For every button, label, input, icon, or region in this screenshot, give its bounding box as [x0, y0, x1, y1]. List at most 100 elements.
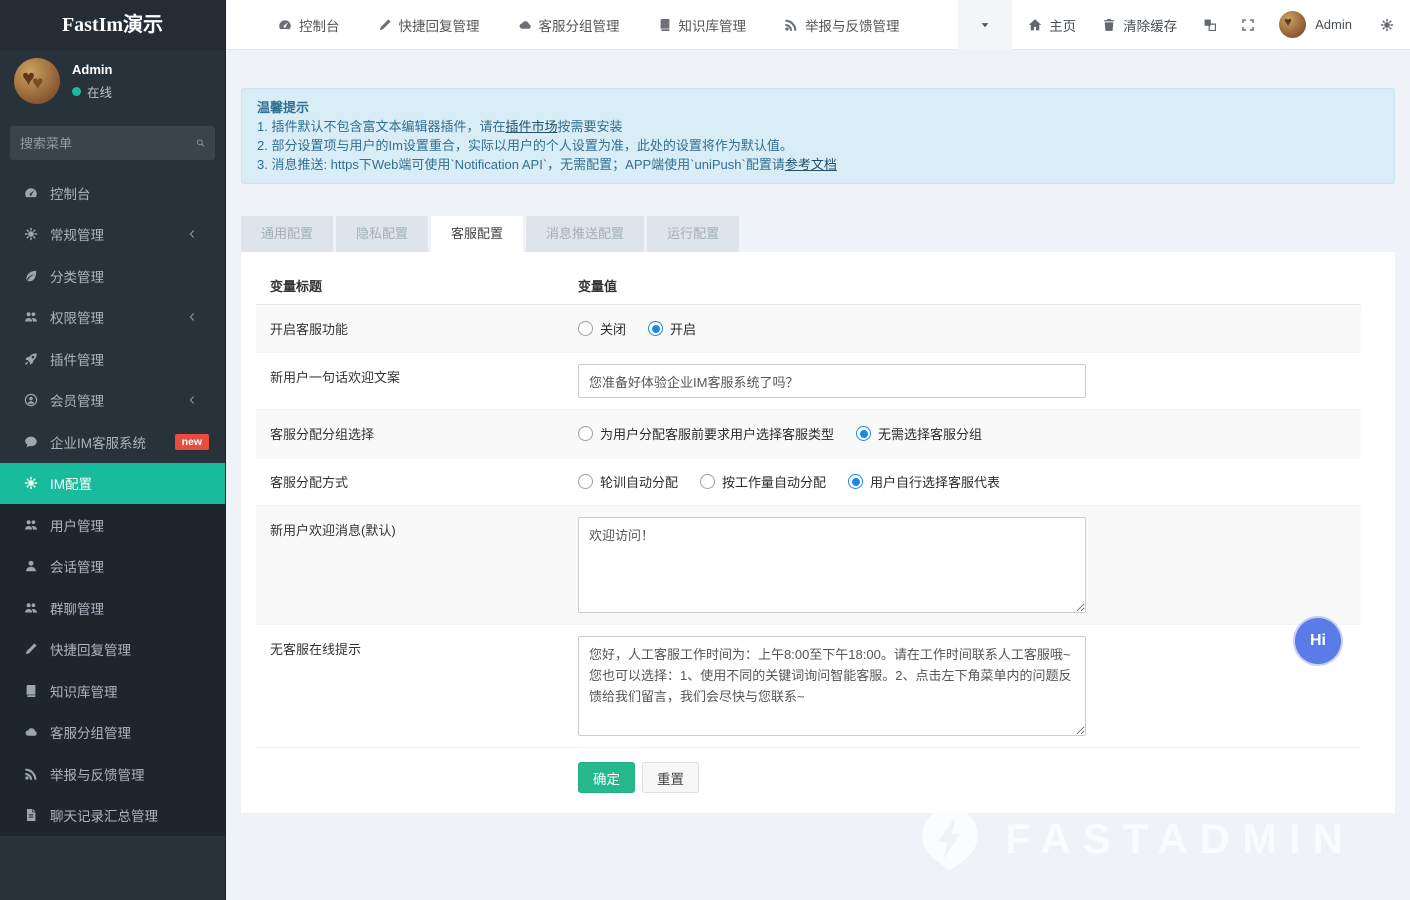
table-row-welcome-text: 新用户一句话欢迎文案: [256, 353, 1361, 410]
sidebar-item-member[interactable]: 会员管理: [0, 380, 225, 422]
nav-item-dashboard[interactable]: 控制台: [278, 15, 340, 35]
sidebar-item-general[interactable]: 常规管理: [0, 214, 225, 256]
sidebar-item-group-chat[interactable]: 群聊管理: [0, 587, 225, 629]
nav-overflow-dropdown[interactable]: [958, 0, 1012, 50]
rss-icon: [784, 18, 798, 32]
tab-runtime-config[interactable]: 运行配置: [647, 216, 739, 252]
book-icon: [24, 684, 38, 698]
addon-market-link[interactable]: 插件市场: [505, 119, 557, 134]
radio-require-group[interactable]: 为用户分配客服前要求用户选择客服类型: [578, 424, 834, 443]
radio-icon[interactable]: [700, 474, 715, 489]
new-badge: new: [175, 434, 209, 450]
radio-icon[interactable]: [578, 321, 593, 336]
column-header-value: 变量值: [564, 267, 1361, 304]
gauge-icon: [24, 186, 38, 200]
sidebar-item-addon[interactable]: 插件管理: [0, 338, 225, 380]
nav-item-quick-reply[interactable]: 快捷回复管理: [378, 15, 480, 35]
pencil-icon: [378, 18, 392, 32]
submit-button[interactable]: 确定: [578, 762, 635, 793]
radio-user-choose[interactable]: 用户自行选择客服代表: [848, 472, 1000, 491]
sidebar-item-im-system[interactable]: 企业IM客服系统 new: [0, 421, 225, 463]
book-icon: [658, 18, 672, 32]
tab-service-config[interactable]: 客服配置: [431, 216, 523, 252]
reset-button[interactable]: 重置: [642, 762, 699, 793]
sidebar-item-quick-reply[interactable]: 快捷回复管理: [0, 629, 225, 671]
sidebar-search[interactable]: [10, 126, 215, 160]
radio-close[interactable]: 关闭: [578, 319, 626, 338]
avatar[interactable]: ♥♥: [14, 58, 60, 104]
chat-widget-button[interactable]: Hi: [1295, 618, 1341, 664]
reference-doc-link[interactable]: 参考文档: [785, 157, 837, 172]
user-icon: [24, 559, 38, 573]
sidebar-user-panel: ♥♥ Admin 在线: [0, 50, 225, 112]
config-table: 变量标题 变量值 开启客服功能 关闭 开启: [256, 267, 1361, 748]
radio-by-workload[interactable]: 按工作量自动分配: [700, 472, 826, 491]
sidebar-item-knowledge[interactable]: 知识库管理: [0, 670, 225, 712]
column-header-title: 变量标题: [256, 267, 564, 304]
radio-no-group[interactable]: 无需选择客服分组: [856, 424, 982, 443]
radio-icon[interactable]: [578, 426, 593, 441]
home-button[interactable]: 主页: [1028, 15, 1076, 35]
sidebar-item-dashboard[interactable]: 控制台: [0, 172, 225, 214]
radio-open[interactable]: 开启: [648, 319, 696, 338]
top-navbar: 控制台 快捷回复管理 客服分组管理 知识库管理 举报与反馈管理 主页 清除缓: [226, 0, 1410, 50]
cloud-icon: [518, 18, 532, 32]
sidebar-item-chat-log[interactable]: 聊天记录汇总管理: [0, 795, 225, 837]
settings-gear-icon[interactable]: [1380, 18, 1394, 32]
welcome-msg-textarea[interactable]: 欢迎访问！: [578, 517, 1086, 613]
radio-round-robin[interactable]: 轮训自动分配: [578, 472, 678, 491]
cloud-icon: [24, 725, 38, 739]
user-circle-icon: [24, 393, 38, 407]
topbar-user-menu[interactable]: ♥ Admin: [1279, 11, 1352, 38]
tab-privacy-config[interactable]: 隐私配置: [336, 216, 428, 252]
welcome-text-input[interactable]: [578, 364, 1086, 398]
table-header-row: 变量标题 变量值: [256, 267, 1361, 305]
sidebar-item-category[interactable]: 分类管理: [0, 255, 225, 297]
gears-icon: [24, 227, 38, 241]
radio-selected-icon[interactable]: [848, 474, 863, 489]
pencil-icon: [24, 642, 38, 656]
table-row-enable-service: 开启客服功能 关闭 开启: [256, 305, 1361, 353]
table-row-offline-tip: 无客服在线提示 您好，人工客服工作时间为：上午8:00至下午18:00。请在工作…: [256, 625, 1361, 748]
sidebar-menu: 控制台 常规管理 分类管理 权限管理 插件管理 会员管理 企业IM客服系统: [0, 172, 225, 836]
watermark-text: FASTADMIN: [1005, 815, 1355, 863]
alert-title: 温馨提示: [257, 98, 1379, 117]
tab-push-config[interactable]: 消息推送配置: [526, 216, 644, 252]
offline-tip-textarea[interactable]: 您好，人工客服工作时间为：上午8:00至下午18:00。请在工作时间联系人工客服…: [578, 636, 1086, 736]
language-icon[interactable]: [1203, 18, 1217, 32]
users-icon: [24, 310, 38, 324]
fastadmin-logo-icon: [917, 803, 983, 875]
file-text-icon: [24, 808, 38, 822]
tab-general-config[interactable]: 通用配置: [241, 216, 333, 252]
radio-icon[interactable]: [578, 474, 593, 489]
sidebar-item-auth[interactable]: 权限管理: [0, 297, 225, 339]
search-input[interactable]: [20, 136, 196, 151]
sidebar-item-service-group[interactable]: 客服分组管理: [0, 712, 225, 754]
gears-icon: [24, 476, 38, 490]
chevron-left-icon: [187, 395, 197, 405]
chevron-left-icon: [187, 229, 197, 239]
table-row-welcome-msg: 新用户欢迎消息(默认) 欢迎访问！: [256, 506, 1361, 625]
online-status-label: 在线: [87, 82, 112, 101]
sidebar-item-im-config[interactable]: IM配置: [0, 463, 225, 505]
radio-selected-icon[interactable]: [648, 321, 663, 336]
users-icon: [24, 518, 38, 532]
sidebar-item-user-manage[interactable]: 用户管理: [0, 504, 225, 546]
radio-selected-icon[interactable]: [856, 426, 871, 441]
table-row-assign-mode: 客服分配方式 轮训自动分配 按工作量自动分配 用户自行选: [256, 458, 1361, 506]
alert-line-1: 1. 插件默认不包含富文本编辑器插件，请在插件市场按需要安装: [257, 117, 1379, 136]
nav-item-knowledge[interactable]: 知识库管理: [658, 15, 747, 35]
clear-cache-button[interactable]: 清除缓存: [1102, 15, 1177, 35]
sidebar-item-session-manage[interactable]: 会话管理: [0, 546, 225, 588]
users-icon: [24, 601, 38, 615]
nav-item-service-group[interactable]: 客服分组管理: [518, 15, 620, 35]
topbar-menu: 控制台 快捷回复管理 客服分组管理 知识库管理 举报与反馈管理: [278, 15, 900, 35]
table-row-group-select: 客服分配分组选择 为用户分配客服前要求用户选择客服类型 无需选择客服分组: [256, 410, 1361, 458]
gauge-icon: [278, 18, 292, 32]
config-panel: 变量标题 变量值 开启客服功能 关闭 开启: [241, 252, 1395, 813]
fullscreen-icon[interactable]: [1241, 18, 1255, 32]
content-area: 温馨提示 1. 插件默认不包含富文本编辑器插件，请在插件市场按需要安装 2. 部…: [226, 50, 1410, 900]
nav-item-report-feedback[interactable]: 举报与反馈管理: [784, 15, 900, 35]
home-icon: [1028, 18, 1042, 32]
sidebar-item-report-feedback[interactable]: 举报与反馈管理: [0, 753, 225, 795]
